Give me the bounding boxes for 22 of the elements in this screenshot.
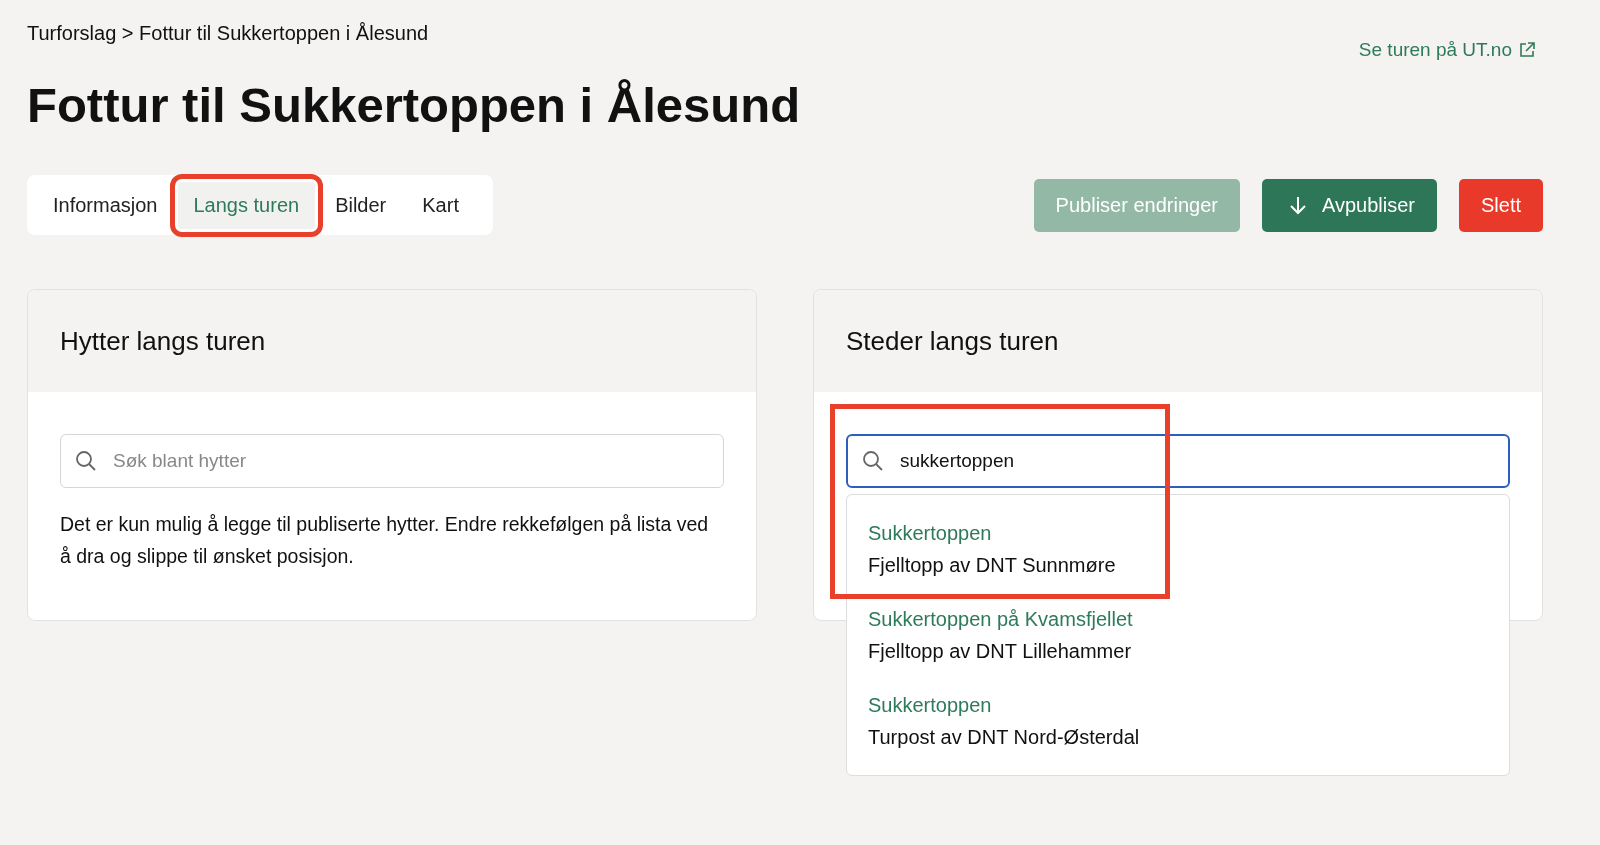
result-item[interactable]: Sukkertoppen Fjelltopp av DNT Sunnmøre: [847, 505, 1509, 591]
help-text: Det er kun mulig å legge til publiserte hytter. Endre rekkefølgen på lista ved å dra og slippe til ønsket posisjon.: [60, 512, 710, 569]
action-button[interactable]: Avpubliser: [1261, 178, 1437, 232]
page-title: Fottur til Sukkertoppen i Ålesund: [27, 77, 801, 133]
result-item[interactable]: Sukkertoppen på Kvamsfjellet Fjelltopp av DNT Lillehammer: [847, 591, 1509, 677]
tab[interactable]: Informasjon: [37, 181, 174, 229]
search-input[interactable]: Søk blant hytter: [111, 449, 709, 473]
search-field[interactable]: sukkertoppen: [846, 434, 1510, 488]
down-arrow-icon: [1287, 195, 1308, 215]
external-link[interactable]: Se turen på UT.no: [1358, 39, 1536, 61]
external-link-icon: [1518, 41, 1536, 59]
tab[interactable]: Kart: [406, 181, 475, 229]
tab[interactable]: Bilder: [319, 181, 403, 229]
search-input[interactable]: sukkertoppen: [898, 449, 1494, 473]
search-icon: [75, 450, 97, 472]
search-icon: [862, 450, 884, 472]
search-field[interactable]: Søk blant hytter: [60, 434, 724, 488]
breadcrumb: Turforslag > Fottur til Sukkertoppen i Ålesund: [27, 22, 430, 45]
card-title: Steder langs turen: [846, 325, 1059, 357]
action-button[interactable]: Slett: [1458, 178, 1543, 232]
card-title: Hytter langs turen: [60, 325, 266, 357]
result-item[interactable]: Sukkertoppen Turpost av DNT Nord-Østerdal: [847, 677, 1509, 763]
